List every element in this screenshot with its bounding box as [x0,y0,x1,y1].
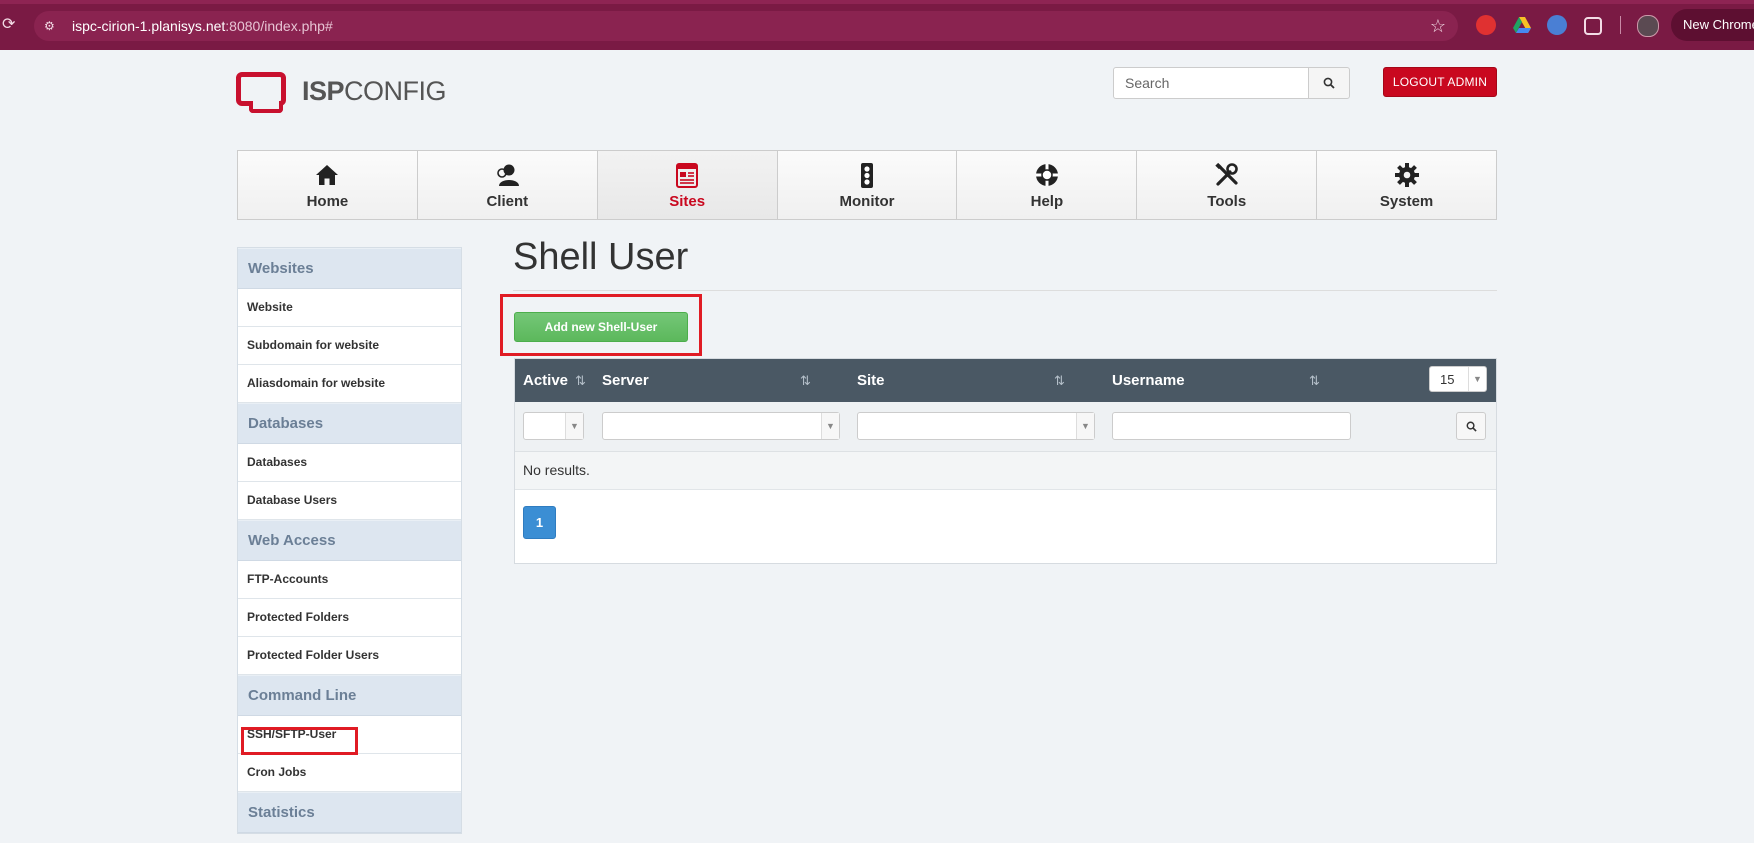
title-divider [513,290,1497,291]
chevron-down-icon: ▼ [1076,413,1094,439]
sidebar-item-database-users[interactable]: Database Users [238,482,461,520]
lifebuoy-icon [1035,163,1058,186]
filter-site-select[interactable]: ▼ [857,412,1095,440]
column-username-label: Username [1112,372,1185,389]
sort-icon: ⇅ [575,373,586,388]
column-server[interactable]: Server ⇅ [602,359,814,402]
page-title: Shell User [513,236,689,278]
google-drive-icon[interactable] [1512,15,1532,35]
highlight-ssh-sftp-user [241,727,358,755]
nav-monitor-label: Monitor [839,192,895,210]
per-page-select[interactable]: 15 ▼ [1429,366,1487,392]
sidebar-section-command-line: Command Line [238,675,461,716]
sidebar-section-statistics: Statistics [238,792,461,833]
reload-icon[interactable]: ⟳ [2,16,20,34]
global-search-input[interactable] [1113,67,1309,99]
sidebar-item-subdomain[interactable]: Subdomain for website [238,327,461,365]
tab-strip-edge [0,0,1754,4]
highlight-add-button [500,294,702,356]
logo-bold-text: ISP [302,76,345,106]
sidebar-section-databases: Databases [238,403,461,444]
extension-adblock-icon[interactable] [1476,15,1496,35]
sidebar-item-databases[interactable]: Databases [238,444,461,482]
logo-mark [236,72,286,113]
sidebar-item-aliasdomain[interactable]: Aliasdomain for website [238,365,461,403]
search-icon [1323,77,1335,89]
nav-client-label: Client [486,192,529,210]
new-chrome-button[interactable]: New Chrome [1671,9,1754,41]
nav-tools[interactable]: Tools [1137,151,1318,219]
sidebar-section-websites: Websites [238,248,461,289]
nav-monitor[interactable]: Monitor [777,151,958,219]
column-server-label: Server [602,372,649,389]
url-path: :8080/index.php# [225,18,333,34]
profile-avatar[interactable] [1637,15,1659,37]
sort-icon: ⇅ [800,373,811,388]
column-site-label: Site [857,372,885,389]
column-active-label: Active [523,372,569,389]
column-username[interactable]: Username ⇅ [1112,359,1324,402]
toolbar-divider [1620,16,1621,34]
chevron-down-icon: ▼ [1468,367,1486,391]
logo-light-text: CONFIG [344,76,447,106]
sidebar-item-protected-folders[interactable]: Protected Folders [238,599,461,637]
global-search-button[interactable] [1308,67,1350,99]
nav-sites[interactable]: Sites [597,151,778,219]
column-active[interactable]: Active ⇅ [523,359,593,402]
tools-icon [1215,162,1238,186]
no-results-message: No results. [515,452,1496,490]
sidebar-item-website[interactable]: Website [238,289,461,327]
shell-user-table: Active ⇅ Server ⇅ Site ⇅ Username ⇅ 15 ▼… [514,358,1497,564]
filter-search-button[interactable] [1456,412,1486,440]
sidebar-item-protected-folder-users[interactable]: Protected Folder Users [238,637,461,675]
url-host: ispc-cirion-1.planisys.net [72,18,226,34]
per-page-value: 15 [1440,372,1455,387]
sort-icon: ⇅ [1054,373,1065,388]
sites-icon [676,162,699,188]
chevron-down-icon: ▼ [565,413,583,439]
url-text[interactable]: ispc-cirion-1.planisys.net:8080/index.ph… [72,18,333,34]
chevron-down-icon: ▼ [821,413,839,439]
nav-system-label: System [1379,192,1434,210]
logout-button[interactable]: LOGOUT ADMIN [1383,67,1497,97]
table-header: Active ⇅ Server ⇅ Site ⇅ Username ⇅ 15 ▼ [515,359,1496,402]
traffic-light-icon [861,162,873,188]
extension-chrome-icon[interactable] [1547,15,1567,35]
sidebar-section-web-access: Web Access [238,520,461,561]
gear-icon [1394,162,1419,187]
nav-system[interactable]: System [1317,151,1497,219]
logo-wordmark: ISPCONFIG [302,76,447,107]
nav-sites-label: Sites [669,192,706,210]
filter-server-select[interactable]: ▼ [602,412,840,440]
sort-icon: ⇅ [1309,373,1320,388]
bookmark-star-icon[interactable]: ☆ [1430,16,1446,37]
sidebar-item-ftp-accounts[interactable]: FTP-Accounts [238,561,461,599]
nav-tools-label: Tools [1207,192,1247,210]
nav-home-label: Home [306,192,349,210]
main-navigation: Home Client Sites Monitor Help Tools Sys… [237,150,1497,220]
column-site[interactable]: Site ⇅ [857,359,1069,402]
search-icon [1466,421,1477,432]
nav-help-label: Help [1030,192,1064,210]
home-icon [316,164,339,185]
site-info-icon[interactable]: ⚙ [44,18,60,34]
filter-username-input[interactable] [1112,412,1351,440]
nav-client[interactable]: Client [417,151,598,219]
filter-active-select[interactable]: ▼ [523,412,584,440]
filter-row: ▼ ▼ ▼ [515,402,1496,452]
ispconfig-logo[interactable]: ISPCONFIG [236,72,447,116]
user-icon [497,164,520,186]
address-bar[interactable]: ⚙ ispc-cirion-1.planisys.net:8080/index.… [34,11,1458,41]
nav-home[interactable]: Home [238,151,418,219]
pagination-page-1[interactable]: 1 [523,506,556,539]
browser-toolbar: ⟳ ⚙ ispc-cirion-1.planisys.net:8080/inde… [0,0,1754,50]
sidebar-item-cron-jobs[interactable]: Cron Jobs [238,754,461,792]
extensions-puzzle-icon[interactable] [1584,17,1602,35]
nav-help[interactable]: Help [957,151,1138,219]
